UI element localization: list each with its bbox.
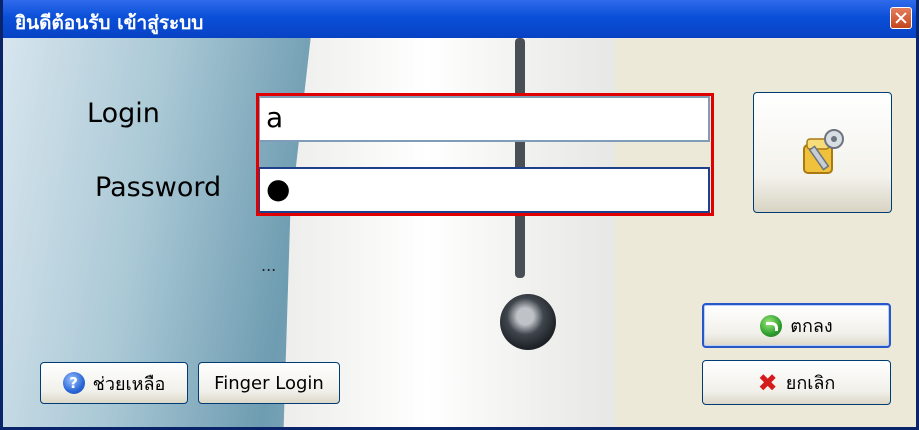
key-icon: [803, 129, 844, 174]
help-icon: ?: [62, 372, 85, 394]
login-label: Login: [87, 98, 160, 129]
status-text: ...: [261, 256, 277, 275]
cancel-label: ยกเลิก: [785, 373, 836, 394]
cancel-button[interactable]: ✖ ยกเลิก: [702, 360, 891, 405]
ok-arrow-icon: [760, 314, 783, 337]
ok-button[interactable]: ตกลง: [702, 303, 891, 348]
key-button[interactable]: [753, 92, 892, 213]
highlight-box: [256, 93, 714, 216]
help-label: ช่วยเหลือ: [92, 373, 166, 395]
finger-login-label: Finger Login: [214, 372, 324, 394]
login-window: ยินดีต้อนรับ เข้าสู่ระบบ ... Login a Pas…: [0, 0, 919, 430]
help-button[interactable]: ? ช่วยเหลือ: [40, 362, 188, 404]
ok-label: ตกลง: [790, 316, 833, 337]
cancel-x-icon: ✖: [757, 368, 778, 397]
close-icon[interactable]: [890, 7, 912, 29]
window-title: ยินดีต้อนรับ เข้าสู่ระบบ: [15, 12, 204, 34]
stethoscope-head-graphic: [500, 294, 556, 350]
password-label: Password: [95, 172, 222, 203]
finger-login-button[interactable]: Finger Login: [198, 362, 340, 404]
title-bar: ยินดีต้อนรับ เข้าสู่ระบบ: [3, 0, 916, 38]
